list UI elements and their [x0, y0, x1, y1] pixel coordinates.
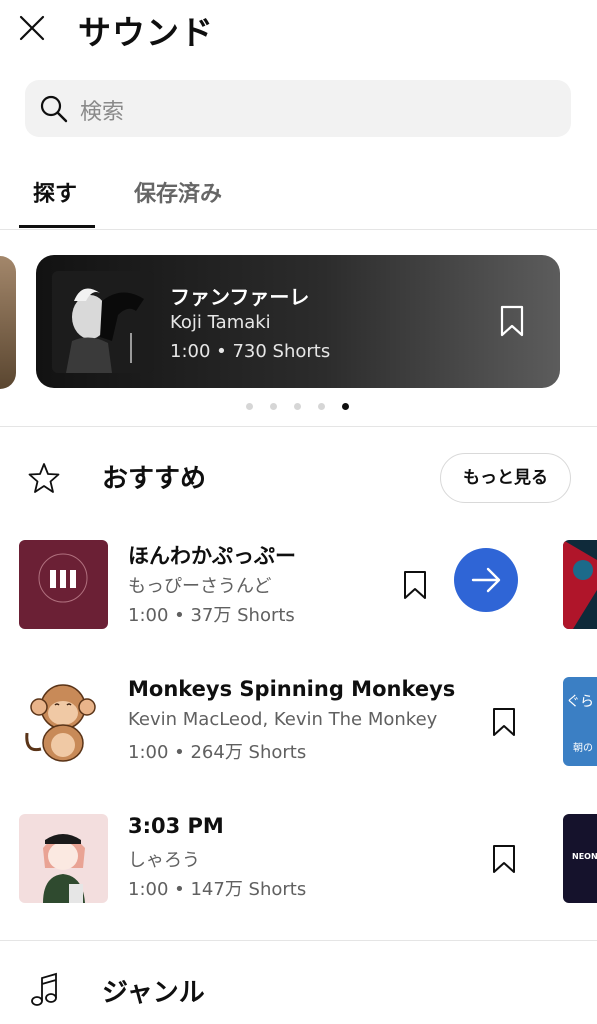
track-artist: もっぴーさうんど	[128, 576, 272, 597]
featured-card[interactable]: ファンファーレ Koji Tamaki 1:00 • 730 Shorts	[36, 255, 560, 388]
close-icon[interactable]	[18, 14, 46, 42]
see-more-button[interactable]: もっと見る	[440, 453, 571, 503]
section-divider	[0, 940, 597, 941]
search-input[interactable]: 検索	[25, 80, 571, 137]
track-title: Monkeys Spinning Monkeys	[128, 677, 456, 701]
active-tab-indicator	[19, 225, 95, 228]
carousel-dot[interactable]	[318, 403, 325, 410]
thumb-text: ぐら	[566, 694, 594, 710]
track-meta: 1:00 • 264万 Shorts	[128, 742, 307, 763]
list-item[interactable]: 3:03 PM しゃろう 1:00 • 147万 Shorts NEON	[0, 814, 597, 904]
carousel-dot-active[interactable]	[342, 403, 349, 410]
bookmark-icon[interactable]	[492, 844, 516, 874]
featured-title: ファンファーレ	[170, 285, 310, 309]
featured-meta: 1:00 • 730 Shorts	[170, 341, 331, 362]
track-meta: 1:00 • 147万 Shorts	[128, 879, 307, 900]
list-item[interactable]: Monkeys Spinning Monkeys Kevin MacLeod, …	[0, 677, 597, 767]
app-header: サウンド	[0, 0, 597, 60]
search-icon	[39, 94, 69, 124]
track-title: 3:03 PM	[128, 814, 224, 838]
carousel-dot[interactable]	[294, 403, 301, 410]
genre-title: ジャンル	[102, 978, 205, 1008]
star-icon	[28, 462, 60, 494]
track-album-art	[19, 814, 108, 903]
track-title: ほんわかぷっぷー	[128, 544, 296, 568]
bookmark-icon[interactable]	[492, 707, 516, 737]
use-sound-button[interactable]	[454, 548, 518, 612]
thumb-text: NEON	[572, 852, 597, 861]
track-artist: しゃろう	[128, 850, 200, 871]
track-artist: Kevin MacLeod, Kevin The Monkey	[128, 709, 438, 730]
recommended-title: おすすめ	[102, 464, 207, 494]
list-item[interactable]: ほんわかぷっぷー もっぴーさうんど 1:00 • 37万 Shorts	[0, 540, 597, 630]
tab-bar: 探す 保存済み	[0, 160, 597, 230]
featured-artist: Koji Tamaki	[170, 312, 271, 333]
previous-card[interactable]	[0, 256, 16, 389]
tab-saved[interactable]: 保存済み	[134, 176, 222, 208]
next-column-thumb[interactable]: ぐら 朝の	[563, 677, 597, 766]
next-column-thumb[interactable]: NEON	[563, 814, 597, 903]
monkey-album-art	[19, 677, 108, 766]
tab-explore[interactable]: 探す	[33, 176, 77, 208]
track-meta: 1:00 • 37万 Shorts	[128, 605, 295, 626]
thumb-text: 朝の	[573, 743, 593, 754]
featured-album-art	[52, 271, 154, 373]
featured-carousel[interactable]: ファンファーレ Koji Tamaki 1:00 • 730 Shorts	[0, 230, 597, 426]
carousel-dots	[246, 403, 356, 413]
bookmark-icon[interactable]	[403, 570, 427, 600]
music-note-icon	[30, 972, 58, 1008]
page-title: サウンド	[78, 13, 214, 52]
bookmark-icon[interactable]	[499, 305, 525, 337]
carousel-dot[interactable]	[270, 403, 277, 410]
search-placeholder: 検索	[80, 100, 125, 125]
track-album-art	[19, 540, 108, 629]
carousel-dot[interactable]	[246, 403, 253, 410]
recommended-header: おすすめ もっと見る	[0, 450, 597, 506]
section-divider	[0, 426, 597, 427]
next-column-thumb[interactable]	[563, 540, 597, 629]
